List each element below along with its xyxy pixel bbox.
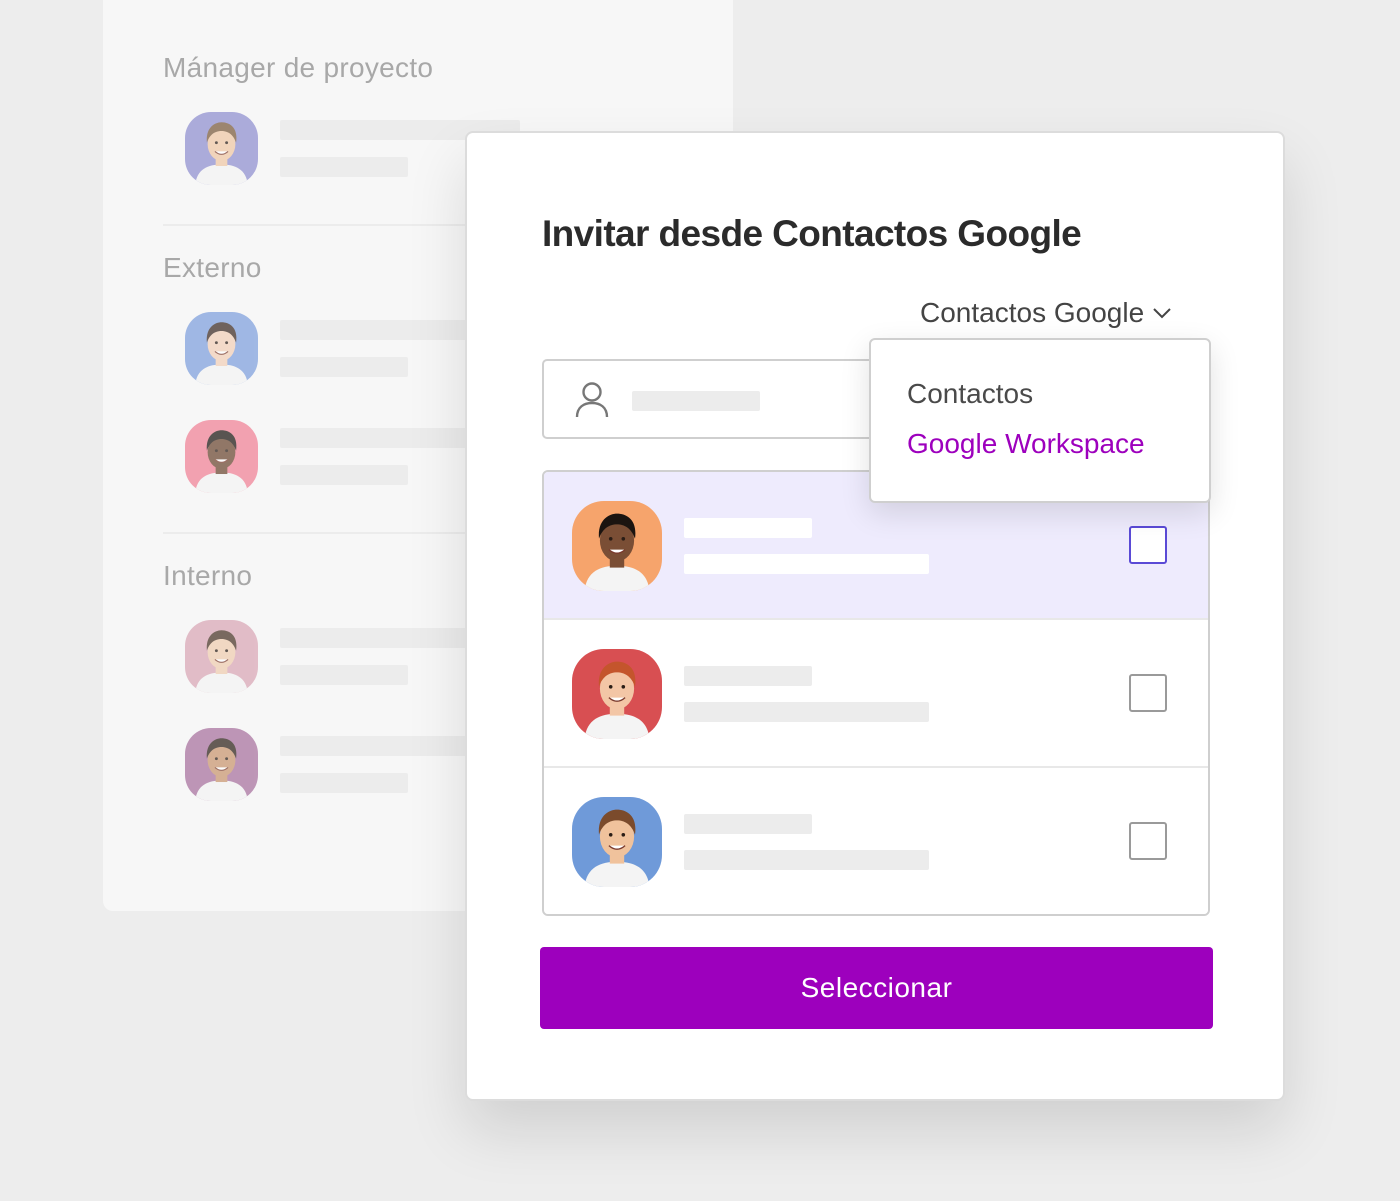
chevron-down-icon	[1152, 307, 1172, 319]
placeholder-role	[280, 157, 408, 177]
avatar	[185, 112, 258, 185]
placeholder-name	[684, 518, 812, 538]
placeholder-role	[280, 357, 408, 377]
avatar	[572, 797, 662, 887]
avatar	[572, 649, 662, 739]
placeholder-role	[280, 665, 408, 685]
contact-source-dropdown: Contactos Google Workspace	[869, 338, 1211, 503]
person-portrait	[584, 513, 650, 591]
contact-source-value: Contactos Google	[920, 297, 1145, 328]
placeholder-role	[280, 773, 408, 793]
invite-modal: Invitar desde Contactos Google Contactos…	[465, 131, 1285, 1101]
placeholder-email	[684, 702, 929, 722]
avatar	[185, 420, 258, 493]
placeholder-email	[684, 850, 929, 870]
person-portrait	[195, 322, 248, 385]
placeholder-role	[280, 465, 408, 485]
dropdown-option-contactos[interactable]: Contactos	[907, 378, 1033, 410]
avatar	[185, 312, 258, 385]
contact-checkbox[interactable]	[1129, 674, 1167, 712]
person-portrait	[195, 630, 248, 693]
person-portrait	[195, 122, 248, 185]
avatar	[572, 501, 662, 591]
modal-title: Invitar desde Contactos Google	[542, 213, 1082, 254]
contact-row[interactable]	[544, 768, 1208, 914]
person-portrait	[584, 809, 650, 887]
section-heading-internal: Interno	[163, 560, 253, 591]
dropdown-option-google-workspace[interactable]: Google Workspace	[907, 428, 1145, 460]
select-button[interactable]: Seleccionar	[540, 947, 1213, 1029]
person-portrait	[195, 738, 248, 801]
contact-row[interactable]	[544, 620, 1208, 768]
person-portrait	[584, 661, 650, 739]
avatar	[185, 728, 258, 801]
person-portrait	[195, 430, 248, 493]
contact-source-select[interactable]: Contactos Google	[920, 293, 1172, 333]
section-heading-external: Externo	[163, 252, 262, 283]
contact-list	[542, 470, 1210, 916]
placeholder-name	[684, 814, 812, 834]
section-heading-manager: Mánager de proyecto	[163, 52, 434, 83]
contact-checkbox[interactable]	[1129, 526, 1167, 564]
user-icon	[574, 381, 610, 424]
placeholder-email	[684, 554, 929, 574]
avatar	[185, 620, 258, 693]
app-canvas: Mánager de proyecto Externo Interno Invi…	[0, 0, 1400, 1201]
placeholder-text	[632, 391, 760, 411]
contact-checkbox[interactable]	[1129, 822, 1167, 860]
placeholder-name	[684, 666, 812, 686]
